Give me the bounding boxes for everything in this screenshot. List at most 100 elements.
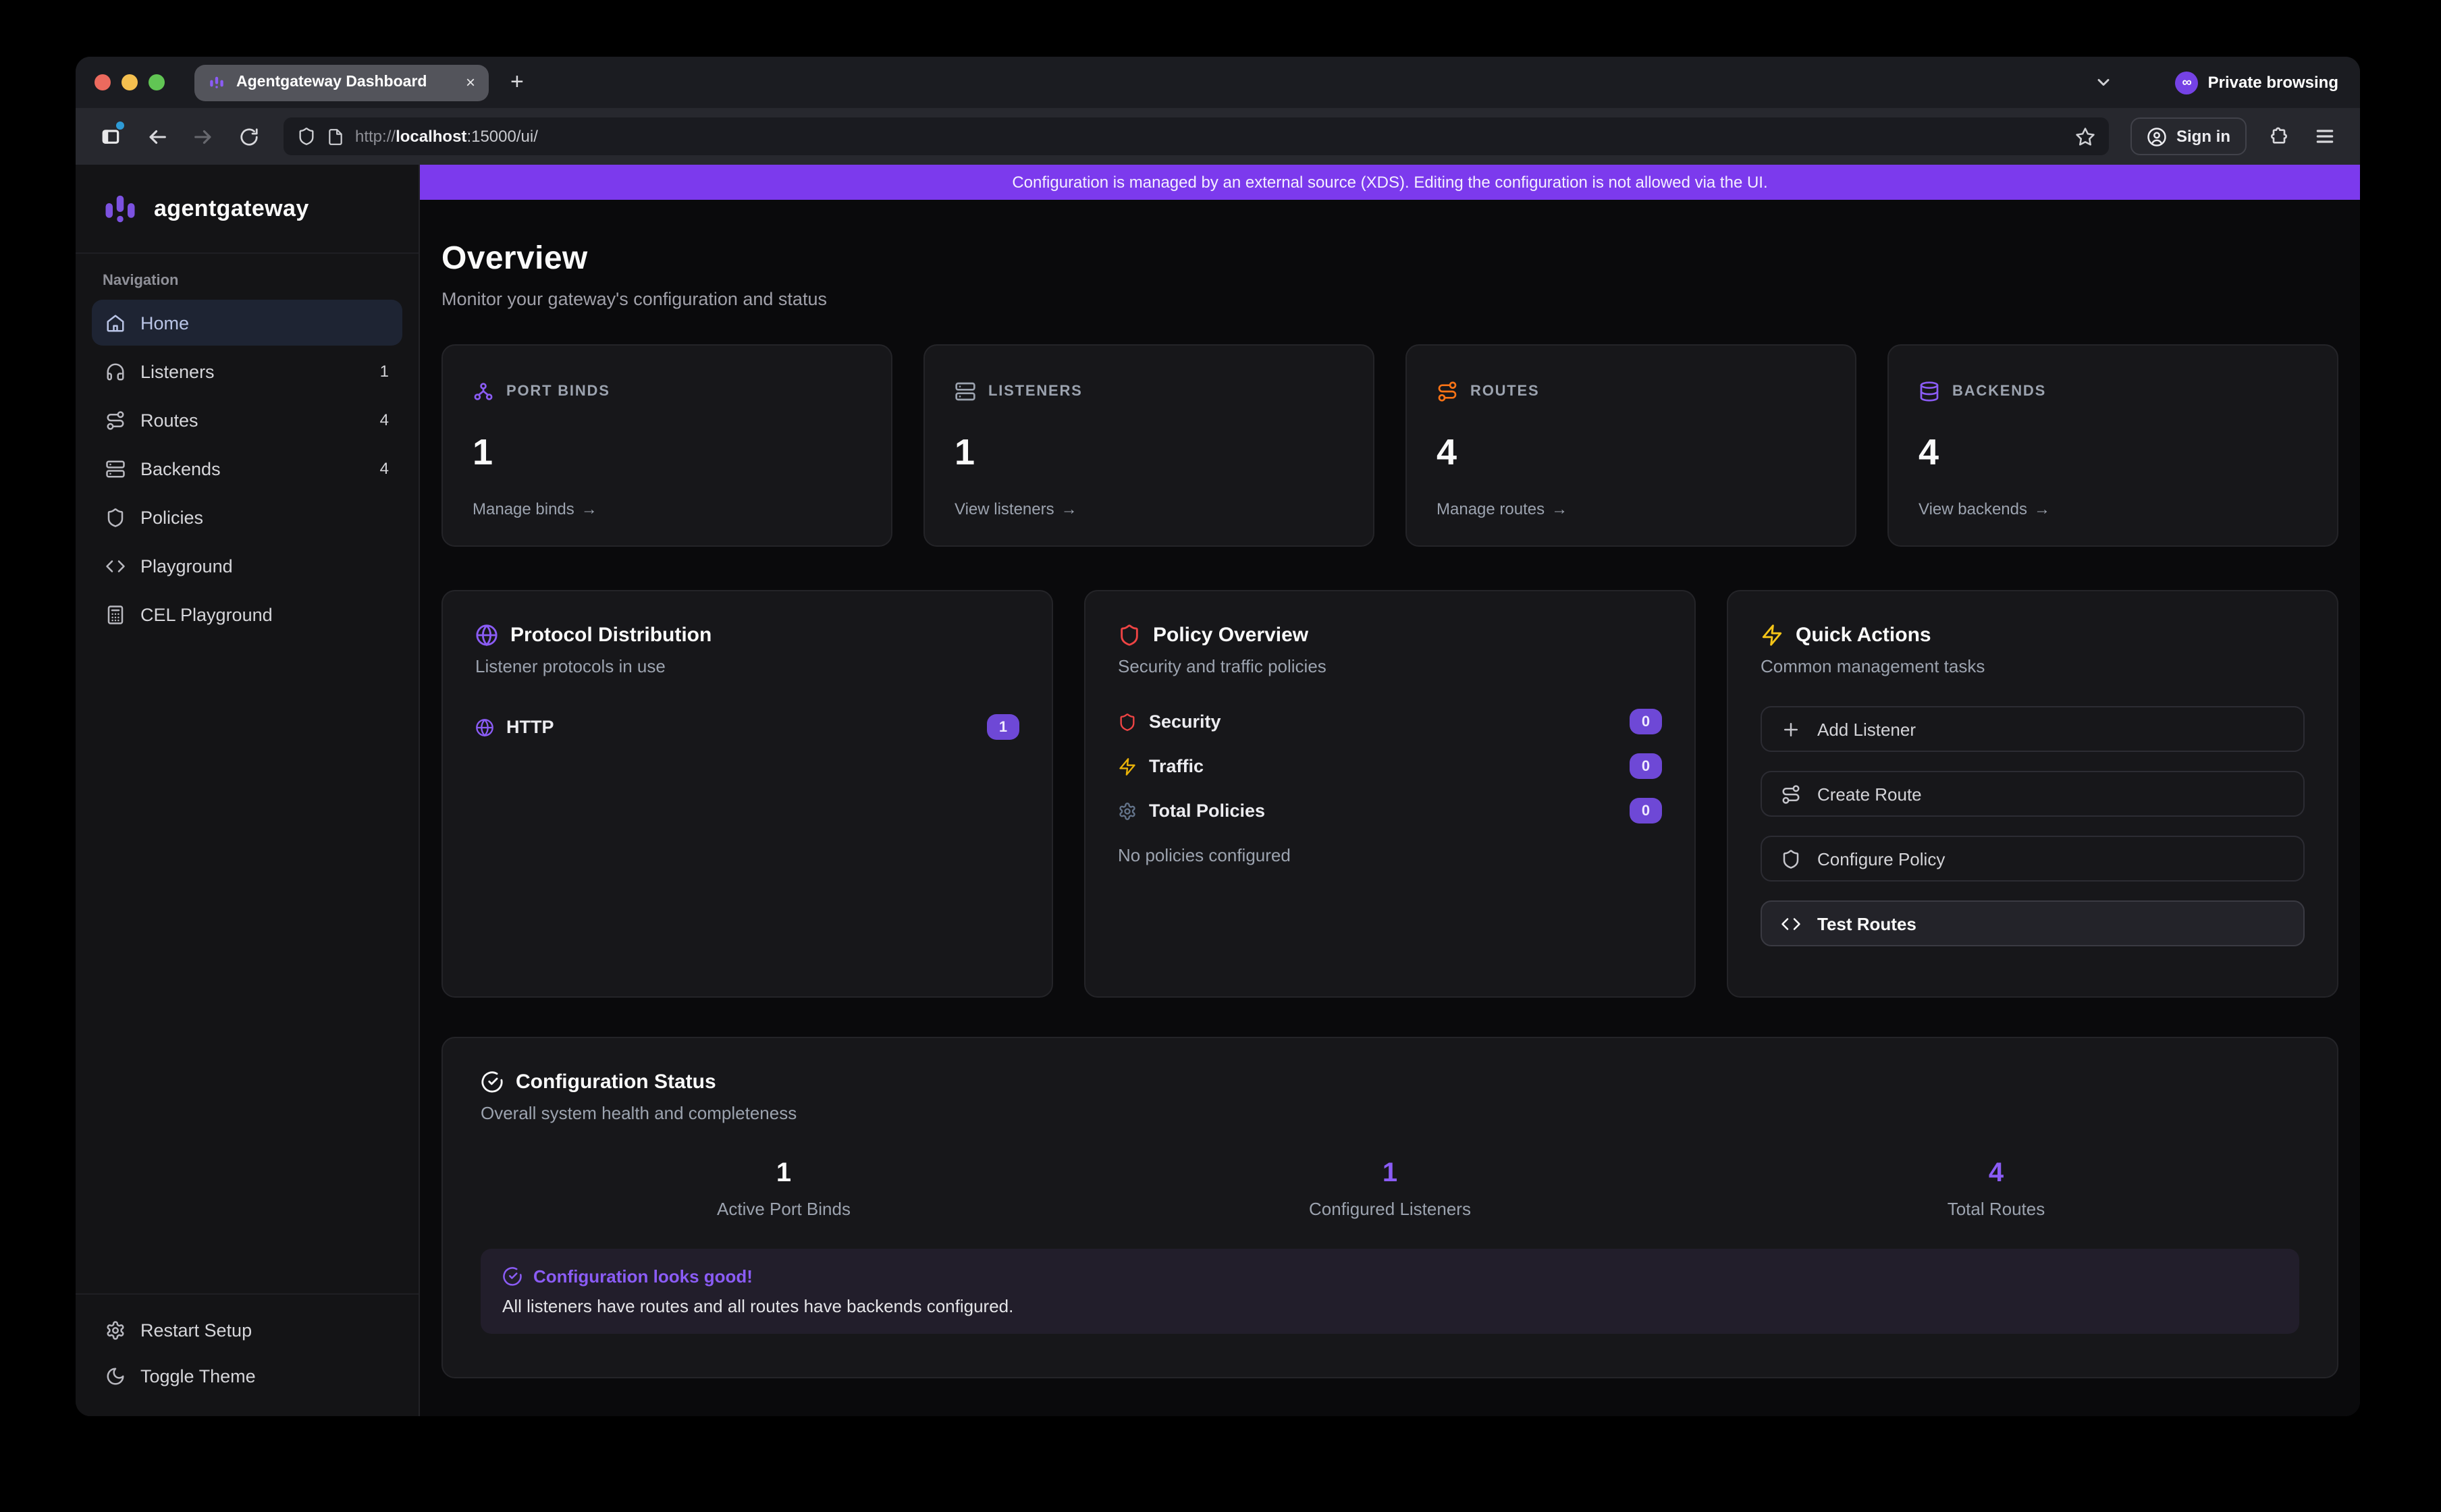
add-listener-button[interactable]: Add Listener [1761, 706, 2305, 752]
menu-hamburger-icon[interactable] [2306, 117, 2344, 155]
route-icon [1781, 784, 1801, 804]
stat-cards-row: PORT BINDS 1 Manage binds→ LISTENERS 1 V [441, 344, 2338, 547]
action-label: Configure Policy [1817, 848, 1945, 869]
home-icon [105, 313, 126, 333]
extensions-icon[interactable] [2260, 117, 2298, 155]
stat-value: 4 [1919, 432, 2307, 474]
new-tab-button[interactable]: + [510, 69, 524, 96]
tab-close-icon[interactable]: × [466, 74, 475, 90]
sidebar-item-backends[interactable]: Backends 4 [92, 446, 402, 491]
stat-value: 4 [1437, 432, 1825, 474]
test-routes-button[interactable]: Test Routes [1761, 900, 2305, 946]
sidebar-item-count: 1 [380, 362, 389, 381]
card-subtitle: Security and traffic policies [1118, 656, 1662, 676]
config-success-banner: Configuration looks good! All listeners … [481, 1249, 2299, 1334]
stat-value: 1 [473, 432, 861, 474]
stat-link-label: Manage binds [473, 500, 574, 518]
account-icon [2147, 126, 2167, 146]
url-bar[interactable]: http://localhost:15000/ui/ [284, 117, 2109, 155]
tracking-protection-shield-icon[interactable] [297, 127, 316, 146]
tab-title: Agentgateway Dashboard [236, 74, 427, 90]
arrow-right-icon: → [581, 500, 597, 518]
shield-icon [1118, 624, 1141, 647]
arrow-right-icon: → [1061, 500, 1077, 518]
gear-icon [1118, 801, 1137, 820]
card-title: Protocol Distribution [510, 624, 712, 647]
no-policies-note: No policies configured [1118, 845, 1662, 865]
create-route-button[interactable]: Create Route [1761, 771, 2305, 817]
list-tabs-chevron-icon[interactable] [2095, 73, 2114, 92]
card-subtitle: Overall system health and completeness [481, 1103, 2299, 1123]
tab-bar: Agentgateway Dashboard × + ∞ Private bro… [76, 57, 2360, 108]
minimize-window-button[interactable] [122, 74, 138, 90]
back-button[interactable] [138, 117, 176, 155]
container-notification-dot [116, 122, 124, 130]
sidebar-container-button[interactable] [92, 117, 130, 155]
app-frame: agentgateway Navigation Home Listeners 1 [76, 165, 2360, 1416]
xds-readonly-banner: Configuration is managed by an external … [420, 165, 2360, 200]
policy-row-label: Traffic [1149, 756, 1204, 776]
success-description: All listeners have routes and all routes… [502, 1296, 2278, 1316]
page-info-icon[interactable] [327, 128, 344, 145]
view-listeners-link[interactable]: View listeners→ [955, 500, 1343, 518]
restart-setup-button[interactable]: Restart Setup [92, 1308, 402, 1351]
gear-icon [105, 1320, 126, 1340]
policy-row-traffic: Traffic 0 [1118, 753, 1662, 779]
action-label: Create Route [1817, 784, 1922, 804]
policy-row-label: Total Policies [1149, 801, 1265, 821]
sign-in-button[interactable]: Sign in [2130, 117, 2247, 155]
arrow-right-icon: → [2034, 500, 2050, 518]
stat-link-label: View backends [1919, 500, 2027, 518]
policy-row-total: Total Policies 0 [1118, 798, 1662, 824]
globe-icon [475, 624, 498, 647]
sidebar-item-label: CEL Playground [140, 604, 273, 624]
route-icon [105, 410, 126, 430]
policy-count-badge: 0 [1630, 709, 1662, 734]
sidebar-item-listeners[interactable]: Listeners 1 [92, 348, 402, 394]
brand-header[interactable]: agentgateway [76, 165, 419, 254]
network-icon [473, 381, 494, 402]
page-title: Overview [441, 240, 2338, 278]
configure-policy-button[interactable]: Configure Policy [1761, 836, 2305, 882]
sidebar-item-routes[interactable]: Routes 4 [92, 397, 402, 443]
sidebar-item-cel-playground[interactable]: CEL Playground [92, 591, 402, 637]
metric-active-port-binds: 1 Active Port Binds [481, 1158, 1087, 1219]
globe-icon [475, 718, 494, 736]
sidebar-item-home[interactable]: Home [92, 300, 402, 346]
sidebar-item-policies[interactable]: Policies [92, 494, 402, 540]
url-text[interactable]: http://localhost:15000/ui/ [355, 127, 2064, 146]
toggle-theme-label: Toggle Theme [140, 1366, 256, 1386]
stat-label: ROUTES [1470, 383, 1540, 400]
toggle-theme-button[interactable]: Toggle Theme [92, 1354, 402, 1397]
zoom-window-button[interactable] [149, 74, 165, 90]
server-icon [105, 458, 126, 479]
manage-binds-link[interactable]: Manage binds → [473, 500, 861, 518]
view-backends-link[interactable]: View backends → [1919, 500, 2307, 518]
page-content: Overview Monitor your gateway's configur… [420, 200, 2360, 1416]
moon-icon [105, 1366, 126, 1386]
arrow-right-icon: → [1551, 500, 1567, 518]
database-icon [1919, 381, 1940, 402]
routes-card: ROUTES 4 Manage routes → [1405, 344, 1856, 547]
reload-button[interactable] [230, 117, 267, 155]
policy-count-badge: 0 [1630, 798, 1662, 824]
window-controls [95, 74, 165, 90]
card-title: Configuration Status [516, 1071, 716, 1094]
metric-total-routes: 4 Total Routes [1693, 1158, 2299, 1219]
stat-link-label: Manage routes [1437, 500, 1545, 518]
bookmark-star-icon[interactable] [2075, 126, 2095, 146]
manage-routes-link[interactable]: Manage routes → [1437, 500, 1825, 518]
policy-count-badge: 0 [1630, 753, 1662, 779]
close-window-button[interactable] [95, 74, 111, 90]
sidebar-item-playground[interactable]: Playground [92, 543, 402, 589]
forward-button[interactable] [184, 117, 221, 155]
stat-value: 1 [955, 432, 1343, 474]
browser-toolbar: http://localhost:15000/ui/ Sign in [76, 108, 2360, 165]
quick-actions-list: Add Listener Create Route Configure Poli… [1761, 706, 2305, 946]
metric-value: 1 [481, 1158, 1087, 1189]
status-metrics: 1 Active Port Binds 1 Configured Listene… [481, 1158, 2299, 1219]
protocol-row-http: HTTP 1 [475, 714, 1019, 740]
private-browsing-badge: ∞ Private browsing [2176, 71, 2338, 94]
private-browsing-mask-icon: ∞ [2176, 71, 2199, 94]
browser-tab[interactable]: Agentgateway Dashboard × [194, 64, 489, 101]
